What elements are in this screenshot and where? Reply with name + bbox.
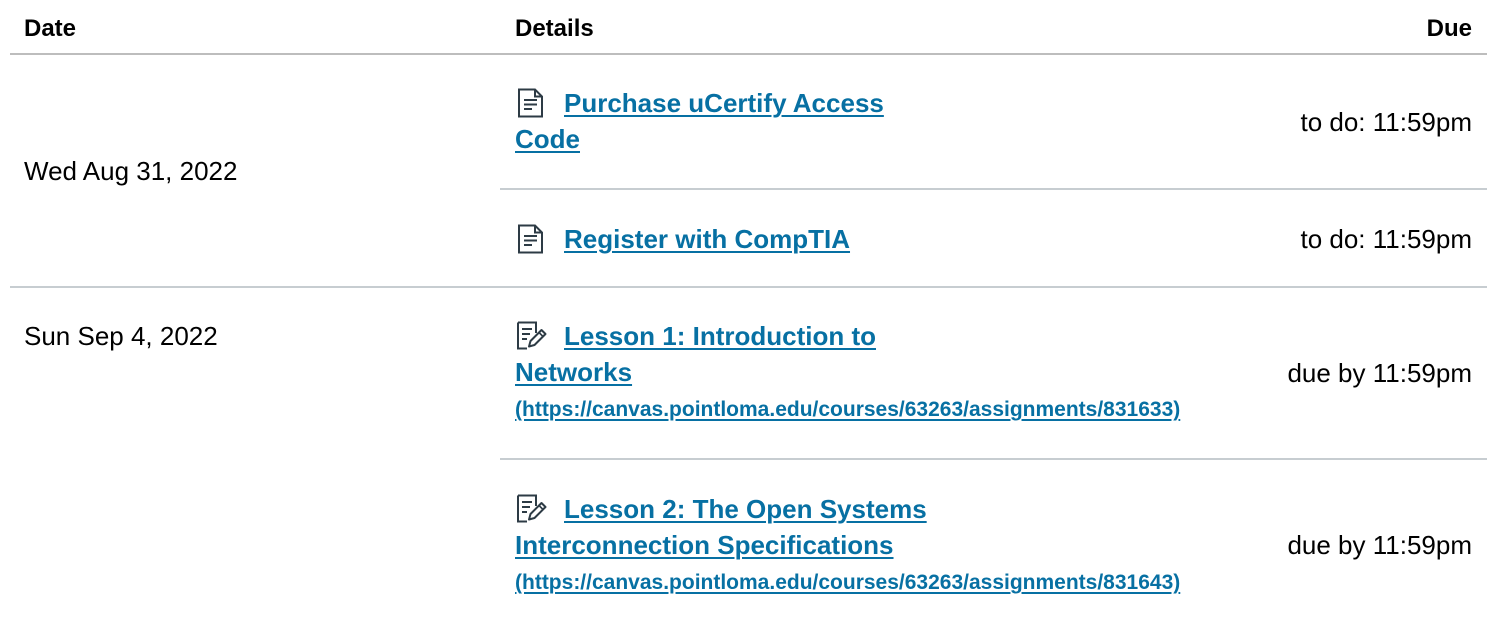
row-date: Sun Sep 4, 2022 [24, 321, 218, 351]
column-header-date: Date [24, 15, 77, 42]
assignment-link[interactable]: Purchase uCertify Access Code [515, 88, 884, 154]
assignment-link[interactable]: Lesson 2: The Open Systems Interconnectio… [515, 494, 927, 560]
row-date: Wed Aug 31, 2022 [24, 156, 238, 186]
document-icon [515, 224, 547, 254]
assignment-link[interactable]: Lesson 1: Introduction to Networks [515, 321, 876, 387]
due-time: due by 11:59pm [1287, 530, 1472, 560]
header-divider [10, 53, 1487, 55]
assignment-edit-icon [515, 494, 547, 524]
assignment-url-link[interactable]: (https://canvas.pointloma.edu/courses/63… [515, 390, 1315, 430]
row-divider [500, 188, 1487, 190]
column-header-details: Details [515, 15, 594, 42]
column-header-due: Due [1426, 15, 1472, 42]
course-summary-table: Date Details Due Wed Aug 31, 2022 Purcha… [0, 0, 1489, 624]
due-time: to do: 11:59pm [1300, 107, 1472, 137]
list-item: Lesson 2: The Open Systems Interconnectio… [515, 491, 1315, 603]
document-icon [515, 88, 547, 118]
list-item: Purchase uCertify Access Code [515, 85, 1075, 157]
list-item: Lesson 1: Introduction to Networks (https… [515, 318, 1315, 430]
assignment-edit-icon [515, 321, 547, 351]
row-divider [500, 458, 1487, 460]
due-time: to do: 11:59pm [1300, 224, 1472, 254]
group-divider [10, 286, 1487, 288]
list-item: Register with CompTIA [515, 221, 1075, 257]
assignment-link[interactable]: Register with CompTIA [564, 224, 850, 254]
assignment-url-link[interactable]: (https://canvas.pointloma.edu/courses/63… [515, 563, 1315, 603]
due-time: due by 11:59pm [1287, 358, 1472, 388]
